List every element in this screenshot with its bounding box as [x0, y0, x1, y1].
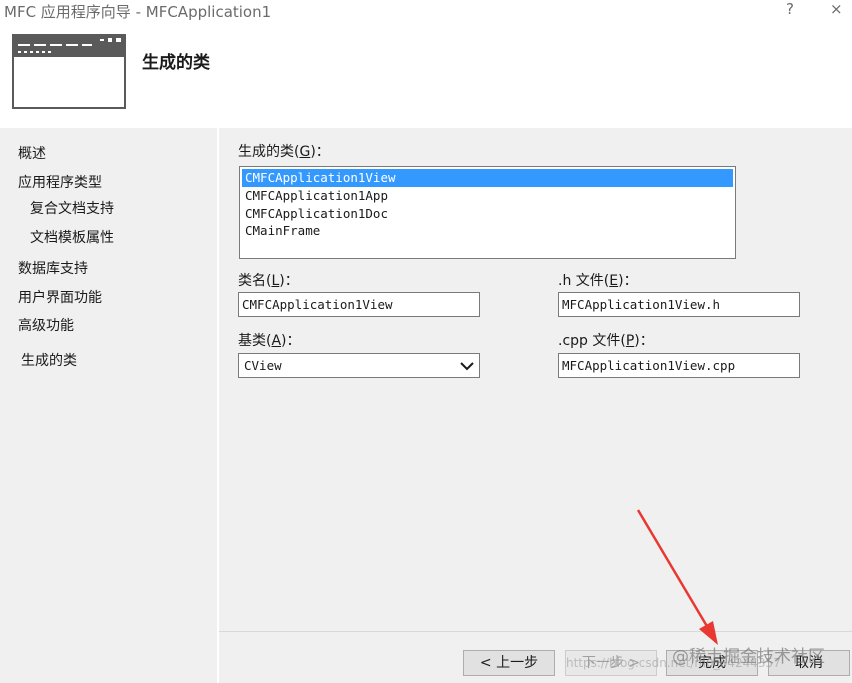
previous-button[interactable]: < 上一步	[463, 650, 555, 676]
classes-listbox[interactable]: CMFCApplication1View CMFCApplication1App…	[239, 166, 736, 259]
sidebar-item-doc-template[interactable]: 文档模板属性	[30, 227, 114, 247]
sidebar-item-ui-features[interactable]: 用户界面功能	[18, 287, 102, 307]
sidebar-item-compound-doc[interactable]: 复合文档支持	[30, 198, 114, 218]
page-heading: 生成的类	[142, 53, 210, 73]
wizard-window-icon	[12, 34, 126, 109]
close-button[interactable]: ×	[830, 0, 843, 18]
list-item[interactable]: CMFCApplication1App	[242, 187, 733, 205]
help-button[interactable]: ?	[786, 0, 794, 18]
classes-label: 生成的类(G)：	[238, 144, 330, 160]
h-file-input[interactable]: MFCApplication1View.h	[558, 292, 800, 317]
sidebar-item-overview[interactable]: 概述	[18, 143, 46, 163]
list-item[interactable]: CMFCApplication1View	[242, 169, 733, 187]
list-item[interactable]: CMainFrame	[242, 222, 733, 240]
sidebar-item-database[interactable]: 数据库支持	[18, 258, 88, 278]
base-class-label: 基类(A)：	[238, 333, 301, 349]
sidebar-item-generated-classes[interactable]: 生成的类	[21, 350, 77, 370]
sidebar-item-advanced[interactable]: 高级功能	[18, 315, 74, 335]
cpp-file-label: .cpp 文件(P)：	[558, 333, 654, 349]
sidebar-item-app-type[interactable]: 应用程序类型	[18, 172, 102, 192]
watermark-badge: @稀土掘金技术社区	[672, 647, 825, 667]
h-file-label: .h 文件(E)：	[558, 273, 638, 289]
chevron-down-icon[interactable]	[459, 358, 475, 374]
classname-label: 类名(L)：	[238, 273, 299, 289]
wizard-sidebar: 概述 应用程序类型 复合文档支持 文档模板属性 数据库支持 用户界面功能 高级功…	[0, 128, 217, 683]
base-class-select[interactable]: CView	[238, 353, 480, 378]
list-item[interactable]: CMFCApplication1Doc	[242, 205, 733, 223]
classname-input[interactable]: CMFCApplication1View	[238, 292, 480, 317]
title-bar: MFC 应用程序向导 - MFCApplication1 ? ×	[0, 0, 852, 22]
base-class-value: CView	[244, 358, 282, 373]
cpp-file-input[interactable]: MFCApplication1View.cpp	[558, 353, 800, 378]
wizard-header: 生成的类	[0, 22, 852, 128]
window-title: MFC 应用程序向导 - MFCApplication1	[4, 3, 272, 21]
